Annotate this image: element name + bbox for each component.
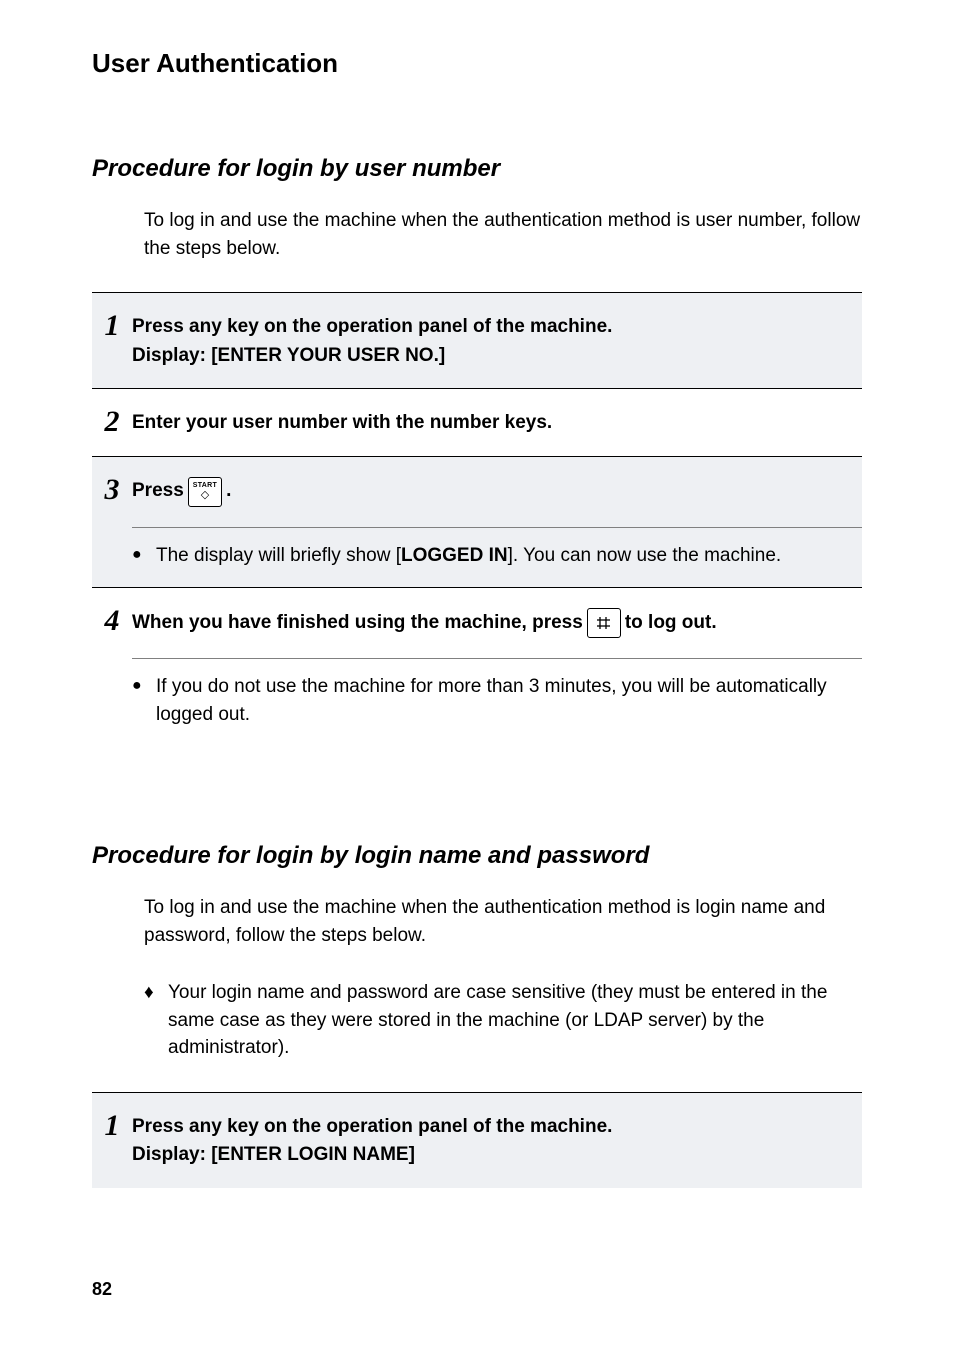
step-a3: 3 Press START ◇ . ● The display will bri…: [92, 456, 862, 588]
start-key-diamond-icon: ◇: [201, 490, 209, 501]
bullet-text-before: The display will briefly show [: [156, 545, 401, 566]
bullet-text: If you do not use the machine for more t…: [156, 673, 862, 728]
step-a1: 1 Press any key on the operation panel o…: [92, 292, 862, 388]
bullet-icon: ●: [132, 542, 156, 570]
section-b-intro: To log in and use the machine when the a…: [144, 894, 862, 949]
step-text-line2: Display: [ENTER YOUR USER NO.]: [132, 342, 445, 371]
start-key-icon: START ◇: [188, 477, 222, 507]
step-text: Enter your user number with the number k…: [132, 409, 552, 438]
diamond-bullet-icon: ♦: [144, 979, 168, 1062]
step-text-line1: Press any key on the operation panel of …: [132, 1113, 612, 1142]
step-text-line2: Display: [ENTER LOGIN NAME]: [132, 1141, 415, 1170]
step-bullet: ● If you do not use the machine for more…: [132, 673, 862, 728]
section-a-intro: To log in and use the machine when the a…: [144, 207, 862, 262]
step-number: 1: [92, 311, 132, 341]
bullet-icon: ●: [132, 673, 156, 728]
note-text: Your login name and password are case se…: [168, 979, 862, 1062]
step-b1: 1 Press any key on the operation panel o…: [92, 1092, 862, 1188]
section-b-note: ♦ Your login name and password are case …: [144, 979, 862, 1062]
step-number: 3: [92, 475, 132, 505]
step-a4: 4 When you have finished using the machi…: [92, 587, 862, 746]
page-number: 82: [92, 1279, 112, 1300]
step-number: 1: [92, 1111, 132, 1141]
step-a2: 2 Enter your user number with the number…: [92, 388, 862, 456]
section-b-title: Procedure for login by login name and pa…: [92, 842, 862, 870]
hash-icon-svg: [597, 616, 611, 630]
page-title: User Authentication: [92, 48, 862, 79]
bullet-text-bold: LOGGED IN: [401, 545, 508, 566]
step-text-line1: Press any key on the operation panel of …: [132, 313, 612, 342]
step-bullet: ● The display will briefly show [LOGGED …: [132, 542, 862, 570]
start-key-label: START: [193, 482, 217, 489]
step-number: 2: [92, 407, 132, 437]
hash-key-icon: [587, 608, 621, 638]
section-a-title: Procedure for login by user number: [92, 155, 862, 183]
step-number: 4: [92, 606, 132, 636]
bullet-text-after: ]. You can now use the machine.: [508, 545, 782, 566]
step-text-prefix: When you have finished using the machine…: [132, 609, 583, 638]
step-text-suffix: to log out.: [625, 609, 717, 638]
step-text-suffix: .: [226, 477, 231, 506]
step-text-prefix: Press: [132, 477, 184, 506]
